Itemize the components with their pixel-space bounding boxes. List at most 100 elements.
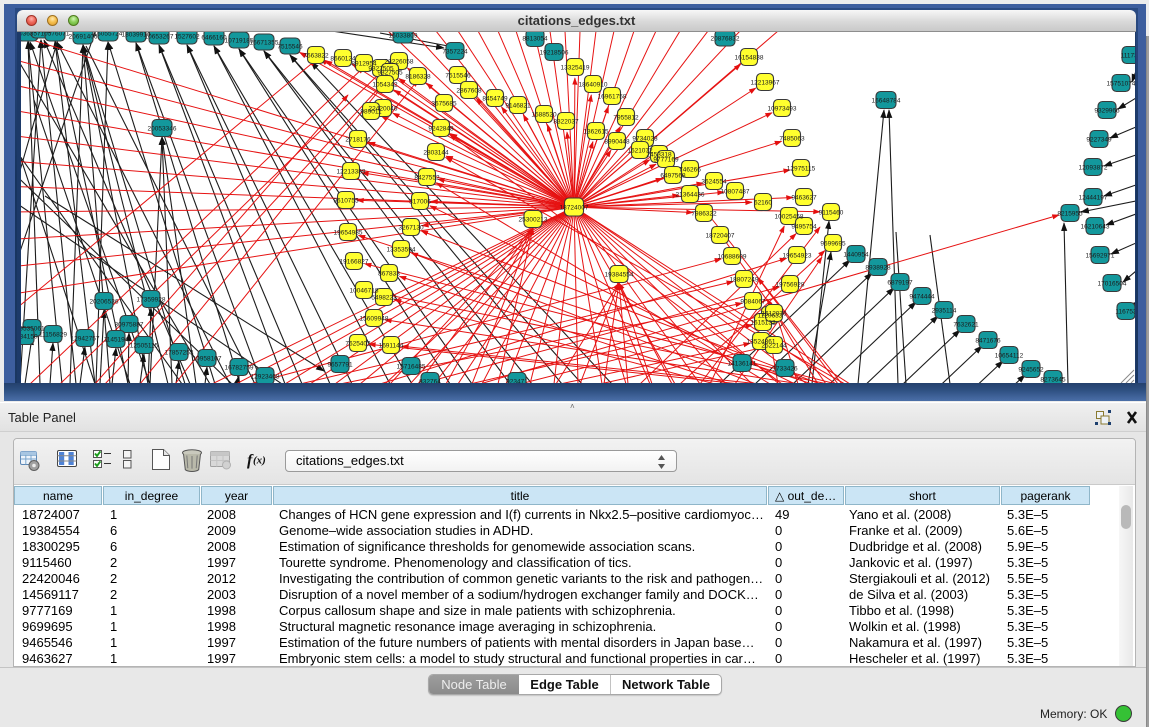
svg-text:9474444: 9474444 [909,294,935,301]
svg-text:10958107: 10958107 [193,356,222,363]
svg-text:12923468: 12923468 [251,374,280,381]
svg-text:9115460: 9115460 [819,210,844,217]
svg-text:9329966: 9329966 [1094,108,1120,115]
svg-text:1615132: 1615132 [750,320,776,327]
svg-text:9699695: 9699695 [820,241,846,248]
svg-text:19654985: 19654985 [334,230,363,237]
svg-text:12505115: 12505115 [130,343,159,350]
svg-text:10653267: 10653267 [145,34,174,41]
svg-text:19756928: 19756928 [776,282,805,289]
svg-text:9084067: 9084067 [740,299,766,306]
svg-text:16055724: 16055724 [94,32,123,38]
svg-text:7986322: 7986322 [691,211,717,218]
svg-text:13325419: 13325419 [561,65,590,72]
svg-text:923471: 923471 [506,379,528,383]
svg-text:16210643: 16210643 [1081,224,1110,231]
svg-text:12213967: 12213967 [751,80,780,87]
svg-text:5498222: 5498222 [371,295,397,302]
svg-text:2522144: 2522144 [761,343,787,350]
svg-text:1440954: 1440954 [843,252,869,259]
svg-text:1733426: 1733426 [772,366,798,373]
svg-text:832764: 832764 [419,379,441,383]
svg-text:19218506: 19218506 [540,50,569,57]
svg-text:11156829: 11156829 [39,332,67,339]
svg-text:2867608: 2867608 [456,88,482,95]
svg-text:1362615: 1362615 [583,129,609,136]
svg-text:17016504: 17016504 [1098,281,1127,288]
svg-text:1054342: 1054342 [372,82,398,89]
svg-text:18720407: 18720407 [706,233,735,240]
svg-text:9227349: 9227349 [1086,137,1112,144]
svg-text:8186328: 8186328 [405,74,431,81]
svg-text:9327505: 9327505 [377,70,403,77]
svg-text:3267130: 3267130 [398,225,424,232]
svg-text:20206536: 20206536 [90,299,119,306]
svg-text:9245652: 9245652 [1018,367,1044,374]
svg-text:16961758: 16961758 [598,94,627,101]
svg-text:12942757: 12942757 [71,336,100,343]
svg-text:1691144: 1691144 [379,343,404,350]
svg-text:16648784: 16648784 [872,98,901,105]
svg-text:2803144: 2803144 [423,150,449,157]
svg-text:9610755: 9610755 [333,198,359,205]
svg-text:8813054: 8813054 [522,36,548,43]
svg-text:7663822: 7663822 [303,53,329,60]
svg-text:17857253: 17857253 [165,350,194,357]
svg-text:8990448: 8990448 [604,139,630,146]
svg-text:317006: 317006 [409,199,431,206]
svg-text:12975115: 12975115 [787,166,816,173]
svg-text:7515546: 7515546 [277,44,303,51]
svg-text:867833: 867833 [378,271,400,278]
svg-text:15692971: 15692971 [1086,253,1115,260]
svg-text:7632621: 7632621 [953,322,979,329]
svg-text:14136141: 14136141 [728,361,757,368]
svg-text:9777169: 9777169 [653,157,679,164]
svg-text:8454749: 8454749 [482,96,508,103]
svg-text:12213389: 12213389 [337,169,366,176]
svg-text:1612076: 1612076 [761,311,787,318]
svg-text:8471676: 8471676 [975,338,1001,345]
svg-text:8938928: 8938928 [865,265,891,272]
svg-text:21364436: 21364436 [676,192,705,199]
svg-text:7485063: 7485063 [779,136,805,143]
svg-text:9734028: 9734028 [632,136,658,143]
svg-text:10807487: 10807487 [721,189,750,196]
svg-text:116753: 116753 [1115,309,1135,316]
svg-text:10973493: 10973493 [768,106,797,113]
svg-text:8273645: 8273645 [1040,377,1066,383]
svg-text:6497568: 6497568 [660,173,686,180]
svg-text:30975887: 30975887 [115,322,144,329]
svg-text:16033809: 16033809 [389,33,418,40]
svg-text:7625402: 7625402 [345,341,371,348]
svg-text:9463627: 9463627 [791,195,817,202]
svg-text:15609948: 15609948 [360,316,389,323]
svg-text:10688609: 10688609 [718,254,747,261]
svg-text:12444197: 12444197 [1079,195,1108,202]
svg-text:16782759: 16782759 [225,365,254,372]
svg-text:7515546: 7515546 [445,73,471,80]
svg-text:9657791: 9657791 [327,362,353,369]
svg-text:19166827: 19166827 [340,259,369,266]
svg-text:10654112: 10654112 [995,353,1024,360]
svg-text:19384554: 19384554 [605,272,634,279]
svg-text:17359928: 17359928 [137,297,166,304]
svg-text:15716485: 15716485 [397,364,426,371]
svg-text:6879197: 6879197 [887,280,913,287]
svg-text:23226058: 23226058 [385,59,414,66]
svg-text:7955812: 7955812 [613,115,639,122]
svg-text:9242848: 9242848 [428,126,454,133]
svg-text:62160: 62160 [754,200,772,207]
svg-text:8427552: 8427552 [414,175,440,182]
svg-text:20053346: 20053346 [148,126,177,133]
svg-text:25300213: 25300213 [519,217,548,224]
svg-text:9134150: 9134150 [21,334,38,341]
svg-text:19654923: 19654923 [783,253,812,260]
svg-text:10576071: 10576071 [41,32,70,38]
svg-text:9146821: 9146821 [505,103,531,110]
svg-text:7357224: 7357224 [442,49,468,56]
svg-text:10046718: 10046718 [350,288,379,295]
svg-text:2935114: 2935114 [932,308,957,315]
svg-text:18724007: 18724007 [560,205,589,212]
svg-text:989011: 989011 [360,109,382,116]
svg-text:3624554: 3624554 [701,179,727,186]
